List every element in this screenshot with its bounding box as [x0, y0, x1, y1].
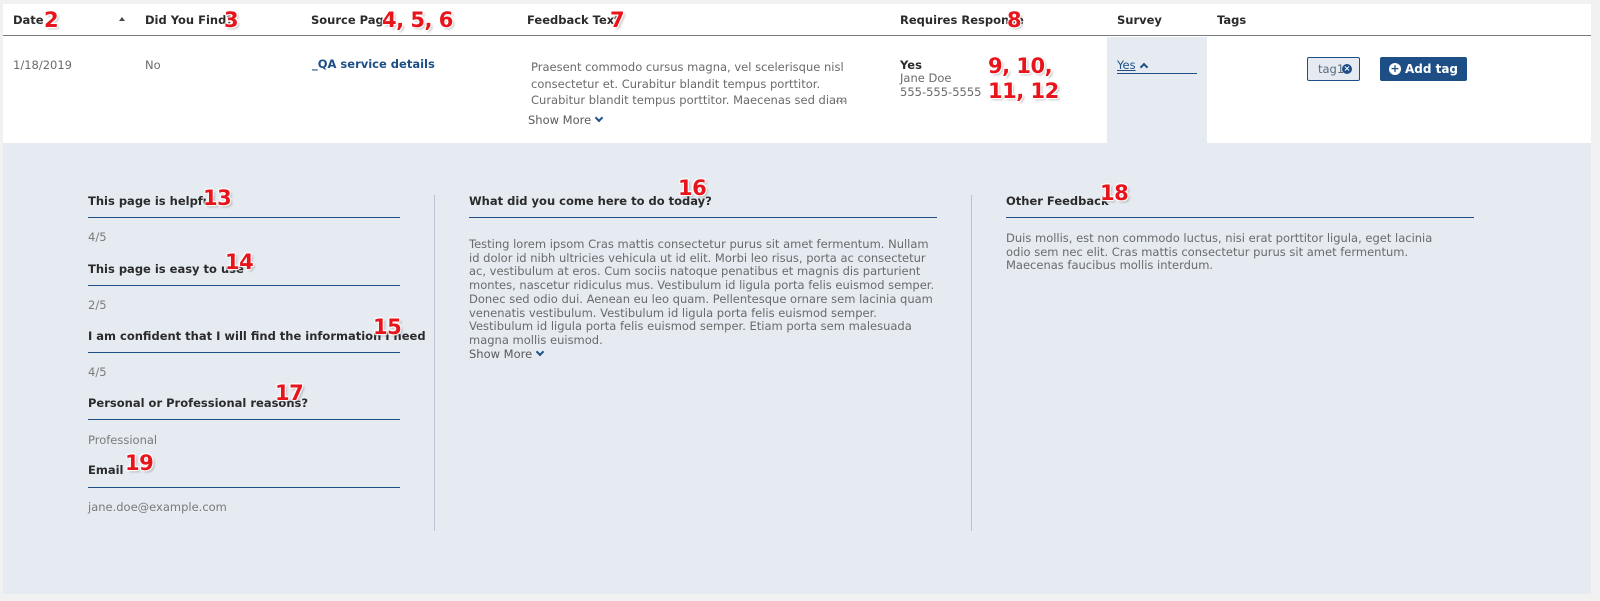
header-source-page[interactable]: Source Page	[311, 13, 392, 27]
chevron-up-icon	[1139, 62, 1148, 72]
question-underline	[1006, 217, 1474, 218]
annotation-marker: 9, 10,	[988, 54, 1053, 78]
chevron-down-icon	[535, 347, 545, 357]
feedback-panel: Date Did You Find? Source Page Feedback …	[3, 4, 1591, 594]
annotation-marker: 14	[225, 250, 254, 274]
annotation-marker: 17	[275, 381, 304, 405]
feedback-text: Praesent commodo cursus magna, vel scele…	[531, 59, 853, 109]
sort-ascending-icon[interactable]	[119, 17, 125, 21]
question-underline	[88, 217, 400, 218]
header-tags[interactable]: Tags	[1217, 13, 1246, 27]
question-label: What did you come here to do today?	[469, 194, 712, 208]
question-value: 4/5	[88, 365, 107, 379]
question-value: 4/5	[88, 230, 107, 244]
source-page-link[interactable]: _QA service details	[312, 57, 435, 71]
feedback-ellipsis: ...	[835, 91, 846, 105]
question-underline	[88, 352, 400, 353]
survey-cell-expanded	[1107, 37, 1207, 143]
question-value: 2/5	[88, 298, 107, 312]
chevron-down-icon	[594, 113, 604, 123]
header-survey[interactable]: Survey	[1117, 13, 1162, 27]
question-label: Email	[88, 463, 124, 477]
survey-toggle-link[interactable]: Yes	[1117, 58, 1197, 74]
annotation-marker: 2	[44, 8, 59, 32]
annotation-marker: 11, 12	[988, 79, 1059, 103]
annotation-marker: 3	[224, 8, 239, 32]
annotation-marker: 16	[678, 176, 707, 200]
annotation-marker: 7	[610, 8, 625, 32]
column-divider	[434, 195, 435, 531]
survey-value: Yes	[1117, 58, 1136, 72]
feedback-text-content: Praesent commodo cursus magna, vel scele…	[531, 60, 848, 107]
table-header: Date Did You Find? Source Page Feedback …	[3, 4, 1591, 36]
annotation-marker: 4, 5, 6	[382, 8, 453, 32]
annotation-marker: 13	[203, 186, 232, 210]
question-label: Other Feedback	[1006, 194, 1109, 208]
annotation-marker: 19	[125, 451, 154, 475]
other-feedback-text: Duis mollis, est non commodo luctus, nis…	[1006, 231, 1433, 273]
header-feedback-text[interactable]: Feedback Text	[527, 13, 620, 27]
header-did-you-find[interactable]: Did You Find?	[145, 13, 233, 27]
email-value: jane.doe@example.com	[88, 500, 227, 514]
question-underline	[88, 285, 400, 286]
remove-tag-icon[interactable]: ×	[1342, 64, 1352, 74]
add-tag-button[interactable]: + Add tag	[1380, 57, 1467, 81]
contact-name: Jane Doe	[900, 71, 952, 85]
requires-response-value: Yes	[900, 58, 922, 72]
contact-phone: 555-555-5555	[900, 85, 982, 99]
show-more-label: Show More	[469, 347, 533, 361]
plus-circle-icon: +	[1388, 62, 1401, 75]
add-tag-label: Add tag	[1404, 62, 1459, 76]
annotation-marker: 15	[373, 315, 402, 339]
show-more-label: Show More	[528, 113, 592, 127]
question-underline	[88, 419, 400, 420]
annotation-marker: 18	[1100, 181, 1129, 205]
tag-pill: tag1 ×	[1307, 57, 1360, 81]
answer-show-more-button[interactable]: Show More	[469, 347, 545, 361]
header-date[interactable]: Date	[13, 13, 44, 27]
column-divider	[971, 195, 972, 531]
question-underline	[88, 487, 400, 488]
question-value: Professional	[88, 433, 158, 447]
question-underline	[469, 217, 937, 218]
question-label: This page is easy to use	[88, 262, 244, 276]
feedback-show-more-button[interactable]: Show More	[528, 113, 604, 127]
tag-label: tag1	[1318, 62, 1345, 76]
survey-details: This page is helpful 4/5 This page is ea…	[3, 143, 1591, 594]
question-label: This page is helpful	[88, 194, 215, 208]
row-date: 1/18/2019	[13, 58, 72, 72]
annotation-marker: 8	[1007, 8, 1022, 32]
row-did-you-find: No	[145, 58, 161, 72]
answer-text: Testing lorem ipsom Cras mattis consecte…	[469, 237, 935, 347]
header-requires-response[interactable]: Requires Response	[900, 13, 1024, 27]
